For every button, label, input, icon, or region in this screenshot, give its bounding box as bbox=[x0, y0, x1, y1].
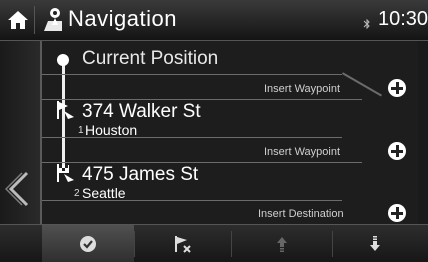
arrow-down-icon bbox=[369, 236, 380, 251]
insert-waypoint-label[interactable]: Insert Waypoint bbox=[264, 146, 340, 158]
stop-city: Seattle bbox=[82, 185, 126, 201]
arrow-up-icon bbox=[277, 237, 287, 252]
clock: 10:30 bbox=[378, 8, 428, 30]
row-divider bbox=[342, 72, 382, 97]
insert-waypoint-button[interactable] bbox=[380, 69, 414, 109]
current-position-label[interactable]: Current Position bbox=[82, 48, 218, 70]
navigation-route-screen: Navigation 10:30 Current Position Insert… bbox=[0, 0, 428, 262]
row-divider bbox=[42, 137, 342, 138]
page-title: Navigation bbox=[68, 6, 177, 31]
insert-destination-label[interactable]: Insert Destination bbox=[258, 208, 344, 220]
stop-city: Houston bbox=[85, 122, 138, 138]
waypoint-flag-icon bbox=[57, 101, 74, 119]
plus-circle-icon bbox=[388, 79, 406, 97]
destination-flag-icon bbox=[57, 164, 74, 182]
bottom-toolbar bbox=[0, 224, 428, 262]
top-bar: Navigation 10:30 bbox=[0, 0, 428, 41]
confirm-route-button[interactable] bbox=[42, 225, 134, 262]
move-up-button[interactable] bbox=[232, 225, 332, 262]
flag-remove-icon bbox=[175, 236, 191, 253]
insert-waypoint-label[interactable]: Insert Waypoint bbox=[264, 83, 340, 95]
row-divider bbox=[42, 99, 362, 100]
row-divider bbox=[42, 200, 342, 201]
home-icon[interactable] bbox=[6, 8, 30, 32]
stop-index: 1 bbox=[78, 125, 84, 136]
row-divider bbox=[42, 74, 342, 75]
navigation-icon bbox=[44, 8, 62, 31]
plus-circle-icon bbox=[388, 204, 406, 222]
insert-destination-button[interactable] bbox=[380, 194, 414, 224]
bluetooth-icon bbox=[363, 18, 370, 30]
remove-destination-button[interactable] bbox=[135, 225, 231, 262]
stop-street[interactable]: 374 Walker St bbox=[82, 101, 201, 123]
plus-circle-icon bbox=[388, 142, 406, 160]
route-list: Current Position Insert Waypoint 374 Wal… bbox=[40, 41, 418, 224]
insert-waypoint-button[interactable] bbox=[380, 132, 414, 172]
current-position-dot bbox=[57, 54, 69, 66]
move-down-button[interactable] bbox=[333, 225, 416, 262]
check-circle-icon bbox=[80, 236, 96, 252]
chevron-left-icon[interactable] bbox=[5, 171, 31, 207]
stop-index: 2 bbox=[74, 188, 80, 199]
left-panel bbox=[0, 41, 40, 224]
divider bbox=[34, 6, 35, 34]
row-divider bbox=[42, 162, 362, 163]
stop-street[interactable]: 475 James St bbox=[82, 164, 198, 186]
